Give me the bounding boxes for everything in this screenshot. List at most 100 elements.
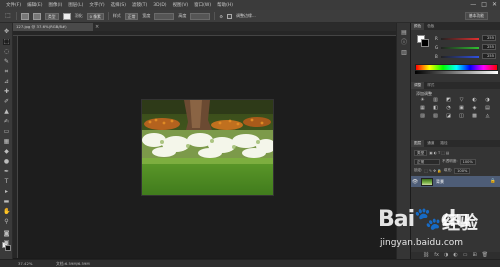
menu-item[interactable]: 窗口(W) (194, 2, 211, 8)
tab-color[interactable]: 颜色 (411, 23, 425, 30)
adjustment-icon[interactable]: ◫ (458, 114, 465, 119)
blur-tool-icon[interactable]: ◆ (3, 149, 10, 155)
lasso-tool-icon[interactable]: ◌ (3, 49, 10, 55)
adjustment-icon[interactable]: ◪ (445, 114, 452, 119)
adjustment-icon[interactable]: ▥ (432, 98, 439, 103)
color-slider-b[interactable]: B 255 (435, 53, 497, 60)
properties-icon[interactable]: ▥ (400, 49, 408, 56)
menu-item[interactable]: 视图(V) (173, 2, 189, 8)
quickmask-icon[interactable]: ◙ (3, 231, 10, 237)
healing-brush-icon[interactable]: ✚ (3, 89, 10, 95)
bg-color-swatch[interactable] (421, 39, 429, 47)
adjustment-icon[interactable]: ▣ (458, 106, 465, 111)
feather-input[interactable]: 0 像素 (86, 12, 104, 20)
screen-mode-icon[interactable]: ▣ (3, 240, 10, 246)
adjustment-icon[interactable]: ☀ (419, 98, 426, 103)
shape-tool-icon[interactable]: ▬ (3, 199, 10, 205)
history-brush-icon[interactable]: ✍ (3, 119, 10, 125)
info-icon[interactable]: ⓘ (400, 39, 408, 46)
adjustment-icon[interactable]: ◈ (471, 106, 478, 111)
gradient-tool-icon[interactable]: ▦ (3, 139, 10, 145)
minimize-icon[interactable]: — (470, 1, 476, 9)
brush-tool-icon[interactable]: ✐ (3, 99, 10, 105)
color-slider-g[interactable]: G 255 (435, 44, 497, 51)
antialias-checkbox[interactable] (227, 13, 232, 19)
zoom-level[interactable]: 37.42% (18, 261, 32, 266)
adjustment-icon[interactable]: ▦ (419, 106, 426, 111)
path-select-icon[interactable]: ▸ (3, 189, 10, 195)
swatch-icon[interactable] (62, 12, 71, 20)
pen-tool-icon[interactable]: ✒ (3, 169, 10, 175)
eyedropper-icon[interactable]: ⊿ (3, 79, 10, 85)
layer-kind-select[interactable]: 类型 (414, 149, 428, 156)
move-tool-icon[interactable]: ✥ (3, 29, 10, 35)
adjustment-icon[interactable]: ◔ (445, 106, 452, 111)
marquee-tool-icon[interactable]: ⬚ (4, 13, 12, 19)
fill-input[interactable]: 100% (454, 167, 471, 174)
adjustment-icon[interactable]: ◑ (484, 98, 491, 103)
layer-row-background[interactable]: 👁 背景 🔒 (411, 176, 500, 187)
gear-icon[interactable]: ⚙ (219, 14, 223, 19)
adjustment-icon[interactable]: ◬ (484, 114, 491, 119)
fill-label: 填充: (443, 168, 453, 172)
channel-value-input[interactable]: 255 (482, 53, 496, 59)
menu-item[interactable]: 文字(Y) (89, 2, 104, 8)
selection-add-icon[interactable] (33, 12, 41, 20)
refine-edge-button[interactable]: 调整边缘... (236, 13, 256, 19)
mode-select[interactable]: 类型 (45, 12, 59, 20)
maximize-icon[interactable]: □ (481, 1, 487, 9)
menu-item[interactable]: 文件(F) (6, 2, 21, 8)
eraser-tool-icon[interactable]: ▭ (3, 129, 10, 135)
channel-value-input[interactable]: 255 (482, 35, 496, 41)
channel-label: B (435, 54, 438, 59)
document-image[interactable] (141, 99, 274, 196)
history-icon[interactable]: ▤ (400, 29, 408, 36)
document-tab[interactable]: 127.jpg @ 37.6%(RGB/8#) (13, 23, 93, 31)
menu-item[interactable]: 3D(D) (153, 3, 166, 8)
hand-tool-icon[interactable]: ✋ (3, 209, 10, 215)
type-tool-icon[interactable]: T (3, 179, 10, 185)
dodge-tool-icon[interactable]: ● (3, 159, 10, 165)
selection-mode-icon[interactable] (21, 12, 29, 20)
channel-value-input[interactable]: 255 (482, 44, 496, 50)
marquee-tool-icon[interactable]: ⬚ (3, 39, 10, 45)
menu-item[interactable]: 编辑(E) (27, 2, 42, 8)
baidu-jingyan-watermark: Bai🐾du 经验 jingyan.baidu.com (378, 207, 498, 261)
adjustment-icon[interactable]: ▩ (471, 114, 478, 119)
close-icon[interactable]: ✕ (492, 1, 497, 9)
adjustment-icon[interactable]: ◐ (471, 98, 478, 103)
adjustment-icon[interactable]: ▧ (432, 114, 439, 119)
lock-icons[interactable]: ⬚ ✎ ✥ 🔒 (424, 169, 441, 173)
adjustment-icon[interactable]: ▤ (484, 106, 491, 111)
style-select[interactable]: 正常 (124, 12, 139, 20)
quick-select-icon[interactable]: ✎ (3, 59, 10, 65)
slider-track[interactable] (441, 47, 479, 49)
adjustment-icon[interactable]: ◩ (445, 98, 452, 103)
slider-track[interactable] (441, 38, 479, 40)
menu-item[interactable]: 帮助(H) (217, 2, 233, 8)
adjustment-icon[interactable]: ▽ (458, 98, 465, 103)
crop-tool-icon[interactable]: ⌗ (3, 69, 10, 75)
gray-ramp[interactable] (415, 71, 498, 74)
width-input[interactable] (154, 12, 175, 20)
zoom-tool-icon[interactable]: ⚲ (3, 219, 10, 225)
tab-swatches[interactable]: 色板 (424, 23, 437, 30)
menu-item[interactable]: 滤镜(T) (132, 2, 147, 8)
menu-item[interactable]: 选择(S) (111, 2, 126, 8)
slider-track[interactable] (441, 56, 479, 58)
menu-item[interactable]: 图像(I) (48, 2, 62, 8)
eye-icon[interactable]: 👁 (411, 179, 419, 185)
stamp-tool-icon[interactable]: ▲ (3, 109, 10, 115)
workspace-select[interactable]: 基本功能 (464, 12, 488, 20)
menu-item[interactable]: 图层(L) (68, 2, 83, 8)
adjustment-icon[interactable]: ▨ (419, 114, 426, 119)
close-tab-icon[interactable]: × (95, 23, 99, 31)
blend-mode-select[interactable]: 正常 (414, 158, 440, 165)
document-info[interactable]: 文档:6.59M/6.59M (56, 261, 90, 267)
color-spectrum[interactable] (415, 64, 498, 71)
adjustment-icon[interactable]: ◧ (432, 106, 439, 111)
height-input[interactable] (190, 12, 211, 20)
filter-icons[interactable]: ▣ ◐ T ⬚ ▤ (429, 151, 449, 155)
opacity-input[interactable]: 100% (459, 158, 476, 165)
color-slider-r[interactable]: R 255 (435, 35, 497, 42)
